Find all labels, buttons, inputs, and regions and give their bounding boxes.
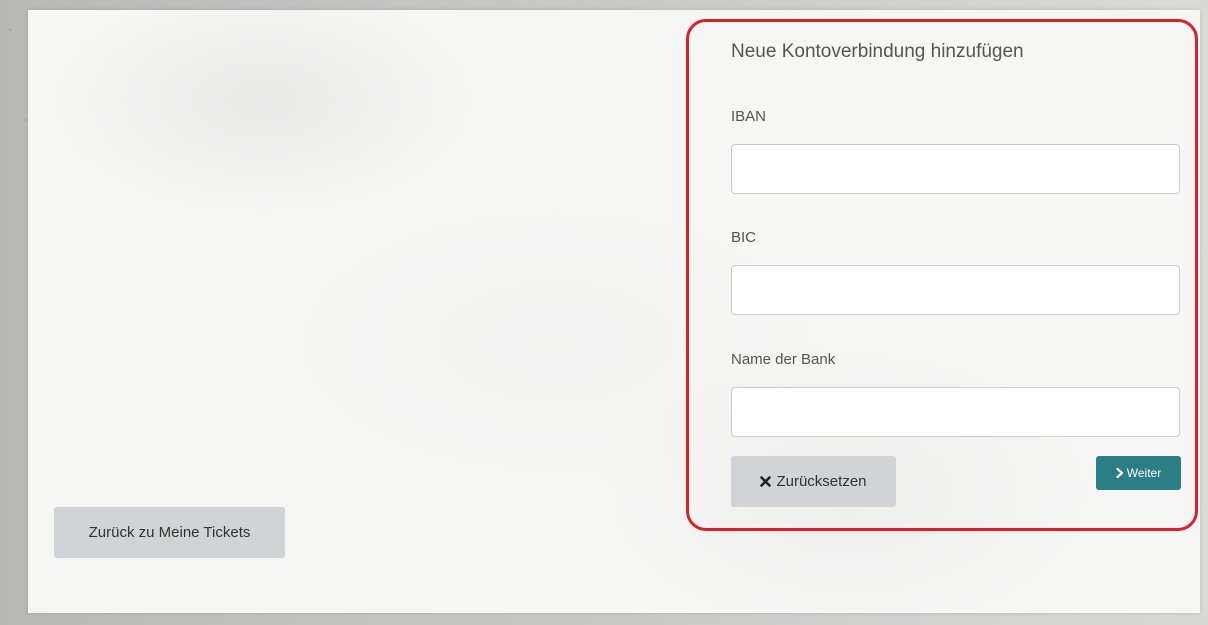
back-to-my-tickets-button[interactable]: Zurück zu Meine Tickets [54, 507, 285, 558]
bank-name-input[interactable] [731, 387, 1180, 437]
bic-label: BIC [731, 229, 757, 246]
next-button[interactable]: Weiter [1096, 456, 1181, 490]
form-title: Neue Kontoverbindung hinzufügen [731, 41, 1024, 62]
reset-button-label: Zurücksetzen [776, 473, 867, 490]
next-button-label: Weiter [1126, 466, 1162, 480]
bic-input[interactable] [731, 265, 1180, 315]
chevron-right-icon [1116, 468, 1124, 478]
iban-input[interactable] [731, 144, 1180, 194]
times-icon [760, 476, 772, 487]
back-button-label: Zurück zu Meine Tickets [88, 524, 251, 541]
iban-label: IBAN [731, 108, 767, 125]
reset-button[interactable]: Zurücksetzen [731, 456, 896, 507]
bank-name-label: Name der Bank [731, 351, 836, 368]
